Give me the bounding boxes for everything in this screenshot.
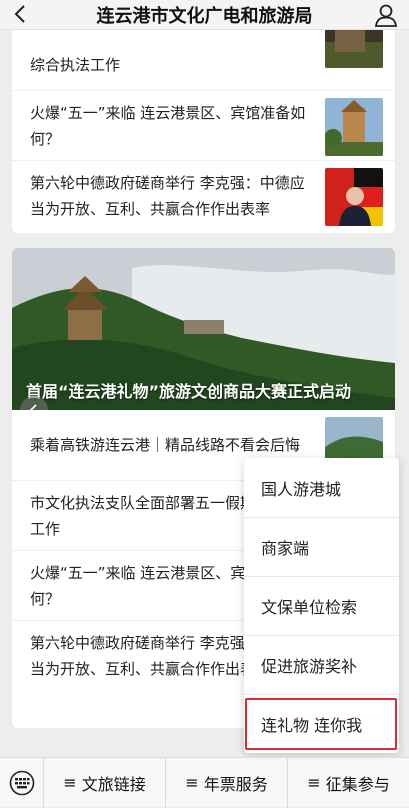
list-item-title: 综合执法工作 [30,56,121,74]
menu-tab-annual-ticket[interactable]: ≡ 年票服务 [166,757,288,808]
highlight-box [245,698,397,750]
top-bar: 连云港市文化广电和旅游局 [0,0,409,30]
bottom-menu-bar: ≡ 文旅链接 ≡ 年票服务 ≡ 征集参与 [0,757,409,808]
menu-tab-wenlv-links[interactable]: ≡ 文旅链接 [44,757,166,808]
submenu-item-tourism-subsidy[interactable]: 促进旅游奖补 [244,635,399,694]
list-item-title: 火爆“五一”来临 连云港景区、宾馆准备如何？ [30,103,306,148]
news-card-top: 综合执法工作 火爆“五一”来临 连云港景区、宾馆准备如何？ 第六轮中德政府磋商举… [12,30,395,233]
submenu-item-wenbao-search[interactable]: 文保单位检索 [244,576,399,635]
article-thumbnail [325,98,383,156]
hero-banner[interactable]: 首届“连云港礼物”旅游文创商品大赛正式启动 [12,248,395,410]
list-item-title: 第六轮中德政府磋商举行 李克强：中德应当为开放、互利、共赢合作作出表率 [30,173,305,218]
page-title: 连云港市文化广电和旅游局 [96,5,313,27]
article-thumbnail [325,30,383,68]
list-item-title: 乘着高铁游连云港｜精品线路不看会后悔 [30,436,301,454]
list-item[interactable]: 火爆“五一”来临 连云港景区、宾馆准备如何？ [12,90,395,160]
menu-lines-icon: ≡ [63,773,77,792]
submenu-item-guorenyougangcheng[interactable]: 国人游港城 [244,458,399,517]
back-chevron-icon[interactable] [10,2,32,26]
menu-tab-label: 征集参与 [325,774,390,794]
submenu-item-shangjiaduan[interactable]: 商家端 [244,517,399,576]
menu-lines-icon: ≡ [185,773,199,792]
list-item[interactable]: 第六轮中德政府磋商举行 李克强：中德应当为开放、互利、共赢合作作出表率 [12,160,395,230]
hero-caption: 首届“连云港礼物”旅游文创商品大赛正式启动 [26,382,352,401]
user-icon[interactable] [373,2,399,28]
list-item[interactable]: 综合执法工作 [12,30,395,90]
menu-tab-label: 年票服务 [203,774,268,794]
menu-tab-collection[interactable]: ≡ 征集参与 [288,758,409,808]
menu-lines-icon: ≡ [307,773,321,792]
keyboard-icon[interactable] [0,757,44,808]
menu-tab-label: 文旅链接 [81,774,146,794]
submenu-popup: 国人游港城 商家端 文保单位检索 促进旅游奖补 连礼物 连你我 [244,458,399,753]
article-thumbnail [325,168,383,226]
